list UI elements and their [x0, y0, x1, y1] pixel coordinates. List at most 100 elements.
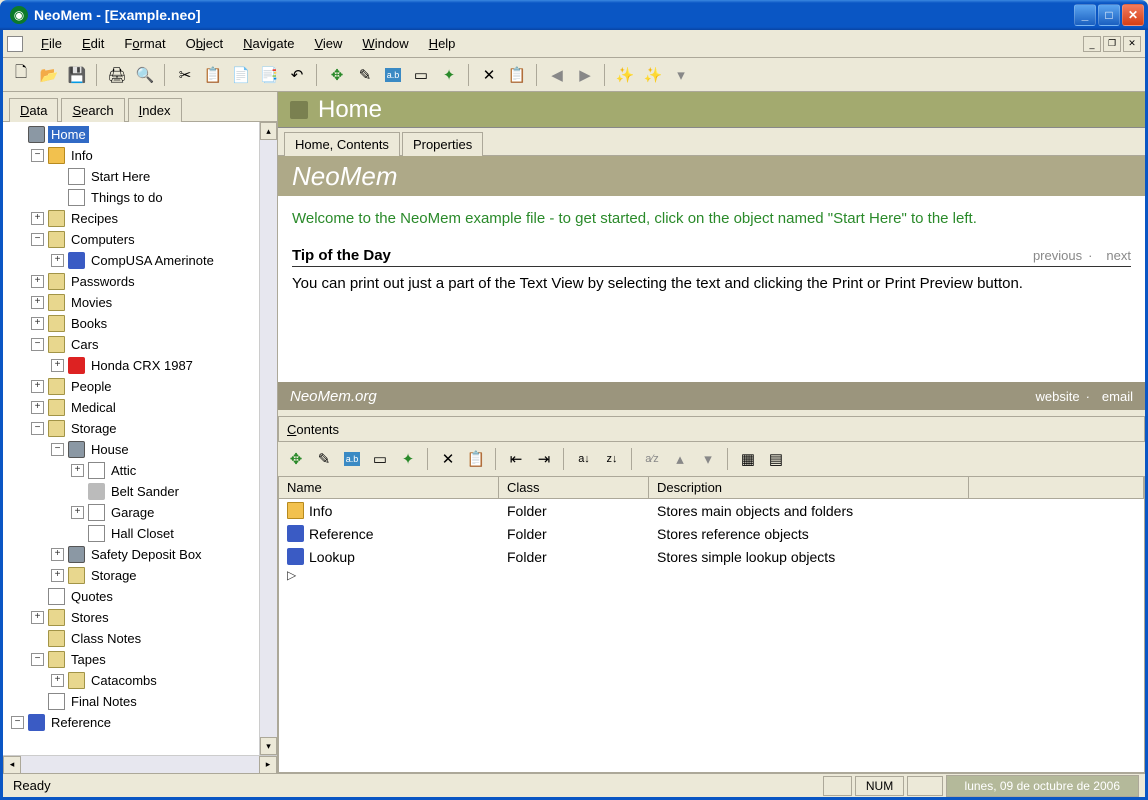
col-name[interactable]: Name: [279, 477, 499, 498]
tree-expander[interactable]: −: [31, 422, 44, 435]
back-button[interactable]: ◀: [545, 63, 569, 87]
tree-vertical-scrollbar[interactable]: ▴ ▾: [259, 122, 277, 755]
save-button[interactable]: 💾: [65, 63, 89, 87]
tree-item[interactable]: −Info: [5, 145, 259, 166]
ct-rename-button[interactable]: a.b: [340, 447, 364, 471]
rename-button[interactable]: a.b: [381, 63, 405, 87]
move-button[interactable]: ✥: [325, 63, 349, 87]
website-link[interactable]: website: [1036, 389, 1080, 404]
tree-item[interactable]: −Computers: [5, 229, 259, 250]
open-button[interactable]: 📂: [37, 63, 61, 87]
close-button[interactable]: ✕: [1122, 4, 1144, 26]
ct-view-list-button[interactable]: ▦: [736, 447, 760, 471]
print-preview-button[interactable]: 🔍: [133, 63, 157, 87]
tree-item[interactable]: −Tapes: [5, 649, 259, 670]
tree-item[interactable]: Class Notes: [5, 628, 259, 649]
tree-item[interactable]: −Storage: [5, 418, 259, 439]
menu-edit[interactable]: Edit: [74, 33, 112, 54]
tree-item[interactable]: Start Here: [5, 166, 259, 187]
ct-filter-button[interactable]: a⁄z: [640, 447, 664, 471]
tree-expander[interactable]: −: [31, 149, 44, 162]
tab-properties[interactable]: Properties: [402, 132, 483, 156]
mdi-close[interactable]: ✕: [1123, 36, 1141, 52]
edit-button[interactable]: ✎: [353, 63, 377, 87]
tree-item[interactable]: Home: [5, 124, 259, 145]
ct-properties-button[interactable]: ▭: [368, 447, 392, 471]
tree-item[interactable]: −House: [5, 439, 259, 460]
tree-expander[interactable]: +: [31, 212, 44, 225]
tree-item[interactable]: +Safety Deposit Box: [5, 544, 259, 565]
tree-expander[interactable]: −: [31, 653, 44, 666]
delete-button[interactable]: ✕: [477, 63, 501, 87]
refresh-button[interactable]: ✦: [437, 63, 461, 87]
table-row[interactable]: LookupFolderStores simple lookup objects: [279, 545, 1144, 568]
tree-item[interactable]: Things to do: [5, 187, 259, 208]
tree-item[interactable]: +Passwords: [5, 271, 259, 292]
tree-item[interactable]: Quotes: [5, 586, 259, 607]
menu-view[interactable]: View: [306, 33, 350, 54]
tab-index[interactable]: Index: [128, 98, 182, 122]
col-class[interactable]: Class: [499, 477, 649, 498]
ct-outdent-button[interactable]: ⇤: [504, 447, 528, 471]
options-button[interactable]: 📋: [505, 63, 529, 87]
tree-expander[interactable]: +: [51, 359, 64, 372]
wand-button[interactable]: ✨: [613, 63, 637, 87]
tree-horizontal-scrollbar[interactable]: ◂ ▸: [3, 755, 277, 773]
print-button[interactable]: 🖨: [105, 63, 129, 87]
menu-window[interactable]: Window: [354, 33, 416, 54]
copy-button[interactable]: 📋: [201, 63, 225, 87]
table-row[interactable]: InfoFolderStores main objects and folder…: [279, 499, 1144, 522]
ct-options-button[interactable]: 📋: [464, 447, 488, 471]
tree-item[interactable]: +Books: [5, 313, 259, 334]
menu-navigate[interactable]: Navigate: [235, 33, 302, 54]
paste-button[interactable]: 📄: [229, 63, 253, 87]
tab-home-contents[interactable]: Home, Contents: [284, 132, 400, 156]
tip-previous-link[interactable]: previous: [1033, 248, 1082, 263]
paste-special-button[interactable]: 📑: [257, 63, 281, 87]
tree-expander[interactable]: +: [31, 317, 44, 330]
ct-sort-desc-button[interactable]: z↓: [600, 447, 624, 471]
tree-item[interactable]: +People: [5, 376, 259, 397]
tree-item[interactable]: +Catacombs: [5, 670, 259, 691]
tab-data[interactable]: Data: [9, 98, 58, 122]
tree-item[interactable]: −Cars: [5, 334, 259, 355]
tree-item[interactable]: −Reference: [5, 712, 259, 733]
table-row[interactable]: ReferenceFolderStores reference objects: [279, 522, 1144, 545]
mdi-restore[interactable]: ❐: [1103, 36, 1121, 52]
email-link[interactable]: email: [1102, 389, 1133, 404]
tree-expander[interactable]: −: [51, 443, 64, 456]
scroll-right-icon[interactable]: ▸: [259, 756, 277, 774]
ct-edit-button[interactable]: ✎: [312, 447, 336, 471]
tip-next-link[interactable]: next: [1106, 248, 1131, 263]
tree-item[interactable]: +Movies: [5, 292, 259, 313]
tree-expander[interactable]: +: [51, 254, 64, 267]
tree-item[interactable]: +Medical: [5, 397, 259, 418]
menu-object[interactable]: Object: [178, 33, 232, 54]
tree-expander[interactable]: −: [11, 716, 24, 729]
dropdown-button[interactable]: ▾: [669, 63, 693, 87]
scroll-down-icon[interactable]: ▾: [260, 737, 277, 755]
tree-expander[interactable]: +: [31, 380, 44, 393]
ct-sort-asc-button[interactable]: a↓: [572, 447, 596, 471]
forward-button[interactable]: ▶: [573, 63, 597, 87]
tree-expander[interactable]: +: [51, 674, 64, 687]
table-body[interactable]: InfoFolderStores main objects and folder…: [279, 499, 1144, 772]
tree-item[interactable]: +Attic: [5, 460, 259, 481]
ct-move-button[interactable]: ✥: [284, 447, 308, 471]
menu-file[interactable]: File: [33, 33, 70, 54]
tree-item[interactable]: +Recipes: [5, 208, 259, 229]
tree-item[interactable]: Hall Closet: [5, 523, 259, 544]
tree-expander[interactable]: +: [31, 401, 44, 414]
menu-format[interactable]: Format: [116, 33, 173, 54]
tab-search[interactable]: Search: [61, 98, 124, 122]
ct-delete-button[interactable]: ✕: [436, 447, 460, 471]
ct-view-detail-button[interactable]: ▤: [764, 447, 788, 471]
mdi-minimize[interactable]: _: [1083, 36, 1101, 52]
col-description[interactable]: Description: [649, 477, 969, 498]
tree-expander[interactable]: +: [31, 611, 44, 624]
tree-item[interactable]: +Garage: [5, 502, 259, 523]
properties-button[interactable]: ▭: [409, 63, 433, 87]
scroll-up-icon[interactable]: ▴: [260, 122, 277, 140]
maximize-button[interactable]: □: [1098, 4, 1120, 26]
tree-item[interactable]: +Honda CRX 1987: [5, 355, 259, 376]
